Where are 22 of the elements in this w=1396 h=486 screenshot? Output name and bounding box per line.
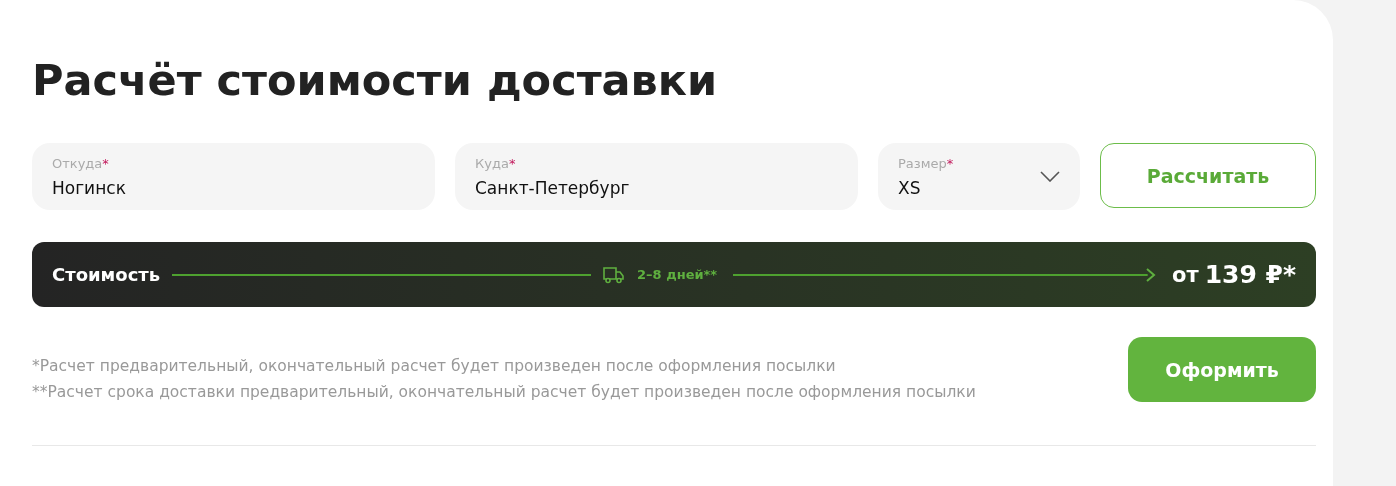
- field-value: Ногинск: [52, 177, 126, 198]
- field-label: Куда: [475, 155, 509, 171]
- size-select[interactable]: Размер* XS: [878, 143, 1080, 210]
- chevron-down-icon: [1040, 171, 1060, 182]
- cost-label: Стоимость: [52, 264, 161, 285]
- required-mark: *: [508, 155, 516, 171]
- field-label: Размер: [898, 155, 947, 171]
- truck-icon: [603, 265, 626, 284]
- footnote: *Расчет предварительный, окончательный расчет будет произведен после оформления посылки: [32, 356, 837, 377]
- arrow-head: [1146, 267, 1157, 282]
- price-prefix: от: [1172, 262, 1199, 287]
- delivery-time: 2–8 дней**: [637, 267, 718, 282]
- required-mark: *: [102, 155, 109, 171]
- footnote: **Расчет срока доставки предварительный, окончательный расчет будет произведен после оформления посылки: [32, 382, 976, 403]
- page-title: Расчёт стоимости доставки: [32, 54, 719, 107]
- field-value: XS: [898, 177, 922, 198]
- field-label: Откуда: [52, 155, 103, 171]
- input-field[interactable]: Куда* Санкт-Петербург: [455, 143, 858, 210]
- price: 139 ₽*: [1204, 260, 1296, 289]
- field-value: Санкт-Петербург: [475, 177, 630, 198]
- required-mark: *: [946, 155, 954, 171]
- input-field[interactable]: Откуда* Ногинск: [32, 143, 435, 210]
